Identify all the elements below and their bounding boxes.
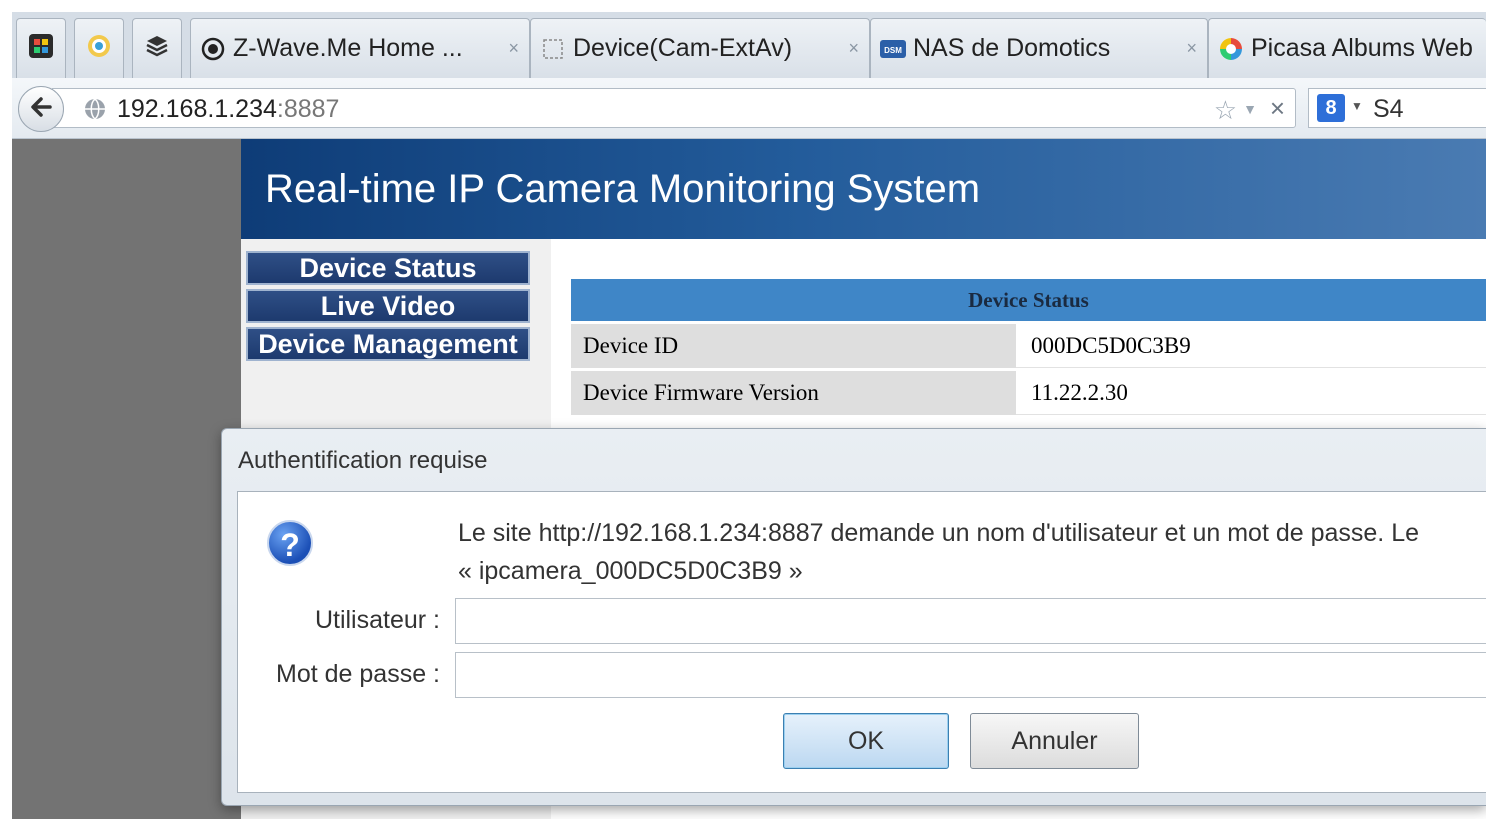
tab-close-icon[interactable]: ×	[848, 38, 859, 59]
row-key: Device Firmware Version	[571, 371, 1016, 415]
url-port: :8887	[276, 95, 340, 123]
row-value: 11.22.2.30	[1016, 371, 1486, 415]
url-text[interactable]: 192.168.1.234:8887	[117, 95, 339, 124]
auth-dialog: Authentification requise ? Le site http:…	[221, 428, 1486, 806]
username-field[interactable]	[455, 598, 1486, 644]
nav-device-status[interactable]: Device Status	[246, 251, 530, 285]
question-icon: ?	[267, 520, 313, 566]
app-tab-2[interactable]	[74, 18, 124, 78]
back-button[interactable]	[18, 86, 64, 132]
tab-zwave[interactable]: Z-Wave.Me Home ... ×	[190, 18, 530, 78]
row-key: Device ID	[571, 324, 1016, 368]
dialog-message: Le site http://192.168.1.234:8887 demand…	[458, 514, 1486, 590]
nas-icon: DSM	[879, 35, 907, 63]
tab-nas[interactable]: DSM NAS de Domotics ×	[870, 18, 1208, 78]
tab-label: Picasa Albums Web	[1251, 34, 1473, 62]
picasa-icon	[1217, 35, 1245, 63]
tab-label: NAS de Domotics	[913, 34, 1111, 62]
tab-device[interactable]: Device(Cam-ExtAv) ×	[530, 18, 870, 78]
password-label: Mot de passe :	[276, 660, 440, 688]
dialog-title: Authentification requise	[238, 447, 488, 474]
nav-live-video[interactable]: Live Video	[246, 289, 530, 323]
device-status-table: Device Status Device ID 000DC5D0C3B9 Dev…	[571, 279, 1486, 415]
password-field[interactable]	[455, 652, 1486, 698]
username-label: Utilisateur :	[314, 606, 440, 634]
search-bar[interactable]: 8 ▼ S4	[1308, 88, 1486, 128]
target-icon	[86, 33, 112, 64]
message-line-1: Le site http://192.168.1.234:8887 demand…	[458, 519, 1419, 547]
history-dropdown-icon[interactable]: ▼	[1243, 101, 1257, 117]
cancel-button[interactable]: Annuler	[970, 713, 1139, 769]
table-row: Device ID 000DC5D0C3B9	[571, 324, 1486, 368]
z-wave-icon	[199, 35, 227, 63]
navigation-bar: 192.168.1.234:8887 ☆ ▼ × 8 ▼ S4	[12, 78, 1486, 139]
page-title: Real-time IP Camera Monitoring System	[265, 167, 981, 211]
back-arrow-icon	[28, 94, 54, 125]
bookmark-star-icon[interactable]: ☆	[1214, 95, 1237, 126]
app-tab-3[interactable]	[132, 18, 182, 78]
blank-page-icon	[539, 35, 567, 63]
app-grid-icon	[28, 33, 54, 64]
nav-device-management[interactable]: Device Management	[246, 327, 530, 361]
layers-icon	[144, 33, 170, 64]
message-line-2: « ipcamera_000DC5D0C3B9 »	[458, 557, 803, 585]
svg-text:DSM: DSM	[884, 46, 902, 55]
search-engine-dropdown-icon[interactable]: ▼	[1351, 99, 1363, 113]
globe-icon	[83, 97, 107, 126]
search-input[interactable]: S4	[1373, 95, 1404, 124]
row-value: 000DC5D0C3B9	[1016, 324, 1486, 368]
table-row: Device Firmware Version 11.22.2.30	[571, 371, 1486, 415]
stop-icon[interactable]: ×	[1270, 93, 1285, 124]
url-host: 192.168.1.234	[117, 95, 277, 123]
tab-label: Device(Cam-ExtAv)	[573, 34, 793, 62]
tab-picasa[interactable]: Picasa Albums Web	[1208, 18, 1486, 78]
browser-tab-bar: Z-Wave.Me Home ... × Device(Cam-ExtAv) ×…	[12, 12, 1486, 79]
table-header: Device Status	[571, 279, 1486, 321]
google-icon[interactable]: 8	[1317, 94, 1345, 122]
url-bar[interactable]: 192.168.1.234:8887 ☆ ▼ ×	[52, 88, 1296, 128]
app-tab-1[interactable]	[16, 18, 66, 78]
ok-button[interactable]: OK	[783, 713, 949, 769]
page-header: Real-time IP Camera Monitoring System	[241, 139, 1486, 239]
tab-label: Z-Wave.Me Home ...	[233, 34, 463, 62]
tab-close-icon[interactable]: ×	[508, 38, 519, 59]
tab-close-icon[interactable]: ×	[1186, 38, 1197, 59]
